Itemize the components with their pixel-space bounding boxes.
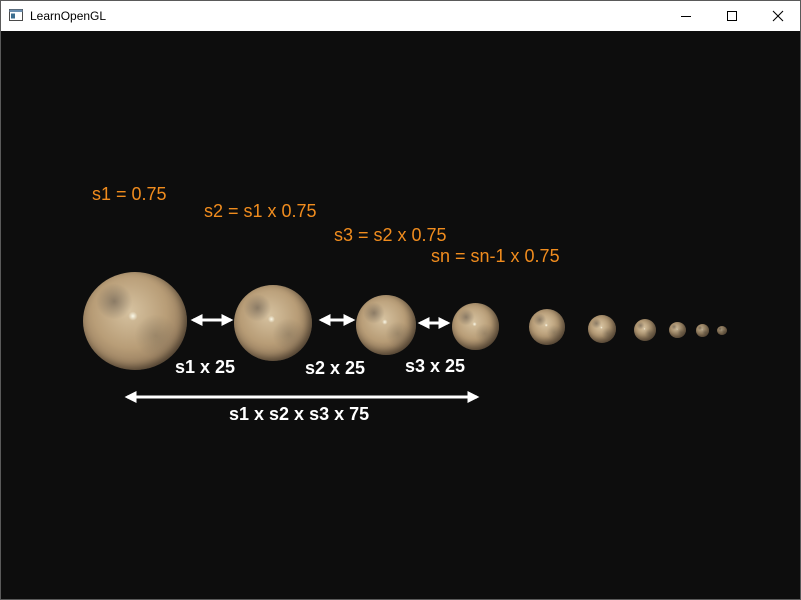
title-bar[interactable]: LearnOpenGL xyxy=(1,1,800,31)
distance-label-1: s1 x 25 xyxy=(175,357,236,377)
arrows-layer xyxy=(124,314,480,403)
close-icon xyxy=(772,10,784,22)
maximize-button[interactable] xyxy=(709,1,755,31)
render-viewport[interactable]: s1 = 0.75 s2 = s1 x 0.75 s3 = s2 x 0.75 … xyxy=(1,31,800,599)
distance-label-2: s2 x 25 xyxy=(305,358,366,378)
app-window: LearnOpenGL s1 = 0.75 s2 = s1 x 0.75 s3 … xyxy=(0,0,801,600)
maximize-icon xyxy=(727,11,737,21)
minimize-icon xyxy=(681,16,691,17)
app-icon xyxy=(9,9,23,21)
close-button[interactable] xyxy=(755,1,801,31)
total-distance-label: s1 x s2 x s3 x 75 xyxy=(229,404,370,424)
distance-label-3: s3 x 25 xyxy=(405,356,466,376)
window-title: LearnOpenGL xyxy=(30,9,107,23)
minimize-button[interactable] xyxy=(663,1,709,31)
